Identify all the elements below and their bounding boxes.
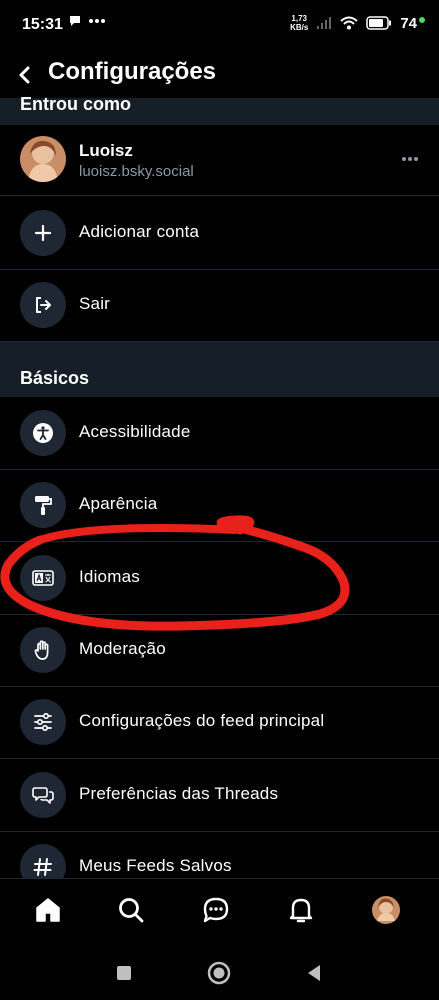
settings-item-languages[interactable]: Idiomas <box>0 542 439 615</box>
top-bar: Configurações <box>0 52 439 98</box>
hand-icon <box>34 640 49 660</box>
tab-messages[interactable] <box>199 893 233 927</box>
page-title: Configurações <box>48 58 217 85</box>
more-horizontal-icon <box>402 157 418 161</box>
settings-item-accessibility[interactable]: Acessibilidade <box>0 397 439 470</box>
chat-bubbles-icon <box>32 787 54 804</box>
tab-home[interactable] <box>31 893 65 927</box>
section-header-account: Entrou como <box>0 94 439 125</box>
charging-dot-icon <box>419 17 425 23</box>
signal-icon <box>317 17 332 29</box>
avatar <box>20 136 66 182</box>
add-account-button[interactable]: Adicionar conta <box>0 197 439 270</box>
back-button[interactable] <box>12 60 38 90</box>
wifi-icon <box>340 16 358 30</box>
battery-level: 74 <box>400 14 417 32</box>
hashtag-icon <box>33 858 52 876</box>
sign-out-icon <box>36 297 51 313</box>
sign-out-button[interactable]: Sair <box>0 269 439 342</box>
back-nav-button[interactable] <box>305 963 323 983</box>
battery-icon <box>366 16 392 30</box>
bell-icon <box>289 898 313 923</box>
system-nav-bar <box>0 940 439 1000</box>
more-notifications-icon <box>89 19 105 23</box>
settings-item-threads[interactable]: Preferências das Threads <box>0 759 439 832</box>
settings-item-moderation[interactable]: Moderação <box>0 614 439 687</box>
paint-roller-icon <box>35 496 52 515</box>
chevron-left-icon <box>19 66 30 84</box>
language-icon <box>32 570 54 586</box>
tab-profile[interactable] <box>369 893 403 927</box>
accessibility-icon <box>33 423 53 443</box>
settings-item-following-feed[interactable]: Configurações do feed principal <box>0 686 439 759</box>
search-icon <box>119 898 144 923</box>
profile-avatar <box>372 896 400 924</box>
account-handle: luoisz.bsky.social <box>79 163 194 180</box>
account-name: Luoisz <box>79 141 133 160</box>
settings-item-appearance[interactable]: Aparência <box>0 469 439 542</box>
tab-search[interactable] <box>114 893 148 927</box>
chat-notification-icon <box>70 16 80 26</box>
account-row[interactable]: Luoisz luoisz.bsky.social <box>0 125 439 196</box>
account-more-button[interactable] <box>401 151 419 161</box>
home-nav-button[interactable] <box>207 961 231 985</box>
tab-notifications[interactable] <box>284 893 318 927</box>
network-speed: 1,73 KB/s <box>290 14 309 32</box>
recent-apps-button[interactable] <box>116 965 132 981</box>
bottom-tab-bar <box>0 878 439 941</box>
section-header-basics: Básicos <box>0 342 439 397</box>
status-time: 15:31 <box>22 16 63 33</box>
plus-icon <box>34 224 52 242</box>
sliders-icon <box>34 713 52 731</box>
home-icon <box>36 898 60 922</box>
chat-icon <box>203 897 229 923</box>
status-bar: 15:31 1,73 KB/s 74 <box>0 0 439 52</box>
